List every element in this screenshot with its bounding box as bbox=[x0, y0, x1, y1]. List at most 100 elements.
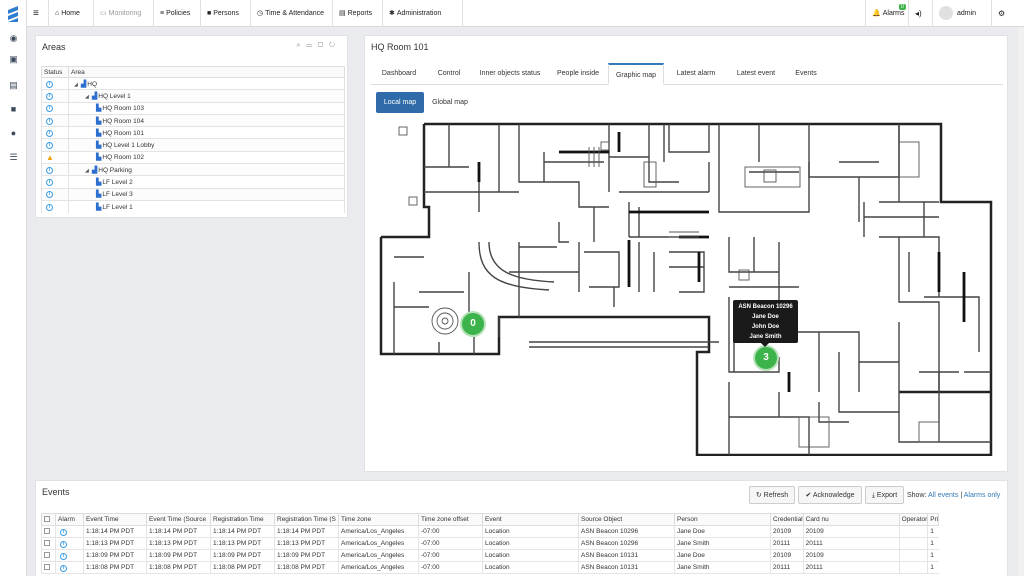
menu-administration[interactable]: ✱ Administration bbox=[383, 0, 463, 27]
row-checkbox[interactable] bbox=[44, 540, 50, 547]
events-table: Alarm Event Time Event Time (Source Registr… bbox=[41, 513, 940, 574]
video-icon[interactable]: ■ bbox=[8, 104, 19, 115]
floorplan-icon[interactable]: ▣ bbox=[8, 54, 19, 65]
menu-persons[interactable]: ■ Persons bbox=[201, 0, 251, 27]
refresh-icon[interactable]: ↻ bbox=[329, 42, 341, 49]
hamburger-menu-icon[interactable]: ≡ bbox=[27, 0, 49, 27]
table-row[interactable]: i 1:18:09 PM PDT 1:18:09 PM PDT 1:18:09 PM … bbox=[41, 549, 939, 562]
tab-events[interactable]: Events bbox=[789, 63, 823, 85]
volume-icon[interactable]: ◂) bbox=[908, 0, 932, 27]
column-header[interactable]: Alarm bbox=[55, 513, 84, 526]
search-icon[interactable]: ⌕ bbox=[297, 42, 307, 49]
global-map-button[interactable]: Global map bbox=[427, 92, 473, 113]
alarms-button[interactable]: 🔔 Alarms 0 bbox=[865, 0, 908, 27]
settings-gear-icon[interactable]: ⚙ bbox=[991, 0, 1019, 27]
tree-row[interactable]: i ◢ ▟HQ bbox=[41, 76, 345, 90]
tree-row[interactable]: i ▙HQ Room 104 bbox=[41, 113, 345, 127]
select-all-checkbox[interactable] bbox=[41, 513, 56, 526]
tree-row[interactable]: i ▙LF Level 3 bbox=[41, 187, 345, 201]
column-header[interactable]: Card nu bbox=[802, 513, 900, 526]
building-icon: ▟ bbox=[91, 166, 98, 174]
monitoring-icon: ▭ bbox=[100, 10, 107, 17]
tree-row[interactable]: i ▙HQ Room 103 bbox=[41, 101, 345, 115]
table-cell: Jane Doe bbox=[674, 549, 771, 562]
row-checkbox[interactable] bbox=[44, 564, 50, 571]
checkbox[interactable] bbox=[44, 516, 50, 523]
user-menu[interactable]: admin bbox=[932, 0, 991, 27]
menu-policies[interactable]: ≡ Policies bbox=[154, 0, 201, 27]
all-events-link[interactable]: All events bbox=[928, 492, 958, 499]
table-cell: 1 bbox=[927, 549, 939, 562]
column-header-status[interactable]: Status bbox=[41, 66, 69, 78]
open-folder-icon[interactable]: ▭ bbox=[306, 42, 317, 49]
table-cell: 1:18:08 PM PDT bbox=[274, 561, 339, 574]
local-map-button[interactable]: Local map bbox=[376, 92, 424, 113]
acknowledge-button[interactable]: ✔ Acknowledge bbox=[798, 486, 862, 504]
menu-reports[interactable]: ▤ Reports bbox=[333, 0, 383, 27]
table-row[interactable]: i 1:18:14 PM PDT 1:18:14 PM PDT 1:18:14 PM … bbox=[41, 525, 939, 538]
column-header[interactable]: Pri bbox=[927, 513, 940, 526]
row-checkbox[interactable] bbox=[44, 552, 50, 559]
avatar bbox=[939, 6, 953, 21]
column-header-area[interactable]: Area bbox=[68, 66, 345, 78]
expand-triangle-icon[interactable]: ◢ bbox=[85, 168, 89, 174]
alarms-label: Alarms bbox=[882, 10, 905, 17]
tree-row[interactable]: i ◢ ▟HQ Parking bbox=[41, 163, 345, 176]
tree-row[interactable]: i ▙HQ Level 1 Lobby bbox=[41, 138, 345, 152]
tab-latest-event[interactable]: Latest event bbox=[729, 63, 783, 85]
menu-label: Monitoring bbox=[108, 10, 142, 17]
menu-label: Home bbox=[61, 10, 80, 17]
column-header[interactable]: Registration Time bbox=[210, 513, 275, 526]
menu-label: Reports bbox=[347, 10, 373, 17]
tree-row[interactable]: ▲ ▙HQ Room 102 bbox=[41, 150, 345, 164]
dashboard-icon[interactable]: ◉ bbox=[8, 33, 19, 44]
column-header[interactable]: Event Time bbox=[83, 513, 147, 526]
menu-home[interactable]: ⌂ Home bbox=[49, 0, 94, 27]
tab-people-inside[interactable]: People inside bbox=[553, 63, 603, 85]
column-header[interactable]: Event Time (Source bbox=[146, 513, 211, 526]
tree-row[interactable]: i ▙HQ Room 101 bbox=[41, 126, 345, 139]
location-pin-icon[interactable]: ● bbox=[8, 128, 19, 139]
folder-icon[interactable]: ▢ bbox=[318, 42, 329, 49]
menu-monitoring[interactable]: ▭ Monitoring bbox=[94, 0, 154, 27]
column-header[interactable]: Time zone bbox=[338, 513, 419, 526]
administration-icon: ✱ bbox=[389, 10, 395, 17]
reports-icon: ▤ bbox=[339, 10, 346, 17]
occupancy-marker-0[interactable]: 0 bbox=[460, 311, 486, 337]
table-row[interactable]: i 1:18:13 PM PDT 1:18:13 PM PDT 1:18:13 PM … bbox=[41, 537, 939, 550]
floor-plan-map[interactable]: 0 3 ASN Beacon 10296 Jane Doe John Doe J… bbox=[379, 122, 1005, 456]
tree-row[interactable]: i ▙LF Level 2 bbox=[41, 175, 345, 189]
column-header[interactable]: Source Object bbox=[578, 513, 675, 526]
expand-triangle-icon[interactable]: ◢ bbox=[74, 82, 78, 88]
column-header[interactable]: Registration Time (S bbox=[274, 513, 339, 526]
menu-time-attendance[interactable]: ◷ Time & Attendance bbox=[251, 0, 333, 27]
table-cell: 1:18:14 PM PDT bbox=[146, 525, 211, 538]
tree-item-label: HQ Room 102 bbox=[102, 154, 144, 162]
tab-dashboard[interactable]: Dashboard bbox=[374, 63, 424, 85]
alarms-only-link[interactable]: Alarms only bbox=[964, 492, 1001, 499]
table-cell: ASN Beacon 10296 bbox=[578, 537, 675, 550]
column-header[interactable]: Person bbox=[674, 513, 771, 526]
tab-inner-objects-status[interactable]: Inner objects status bbox=[474, 63, 546, 85]
export-button[interactable]: ⤓ Export bbox=[865, 486, 904, 504]
column-header[interactable]: Operator bbox=[898, 513, 929, 526]
tree-row[interactable]: i ▙LF Level 1 bbox=[41, 199, 345, 213]
menu-label: Policies bbox=[166, 10, 191, 17]
tab-graphic-map[interactable]: Graphic map bbox=[608, 63, 664, 85]
column-header[interactable]: Event bbox=[482, 513, 579, 526]
list-icon[interactable]: ☰ bbox=[8, 152, 19, 163]
map-icon[interactable]: ▤ bbox=[8, 80, 19, 91]
info-icon: i bbox=[46, 117, 53, 125]
table-row[interactable]: i 1:18:08 PM PDT 1:18:08 PM PDT 1:18:08 PM … bbox=[41, 561, 939, 574]
row-checkbox[interactable] bbox=[44, 528, 50, 535]
page-scrollbar[interactable] bbox=[1018, 27, 1024, 576]
area-group-icon: ▙ bbox=[96, 203, 102, 211]
tab-control[interactable]: Control bbox=[430, 63, 468, 85]
tab-latest-alarm[interactable]: Latest alarm bbox=[669, 63, 723, 85]
tree-row[interactable]: i ◢ ▟HQ Level 1 bbox=[41, 89, 345, 103]
info-icon: i bbox=[46, 105, 53, 113]
column-header[interactable]: Credential bbox=[770, 513, 804, 526]
column-header[interactable]: Time zone offset bbox=[418, 513, 483, 526]
refresh-button[interactable]: ↻ Refresh bbox=[749, 486, 795, 504]
expand-triangle-icon[interactable]: ◢ bbox=[85, 94, 89, 100]
